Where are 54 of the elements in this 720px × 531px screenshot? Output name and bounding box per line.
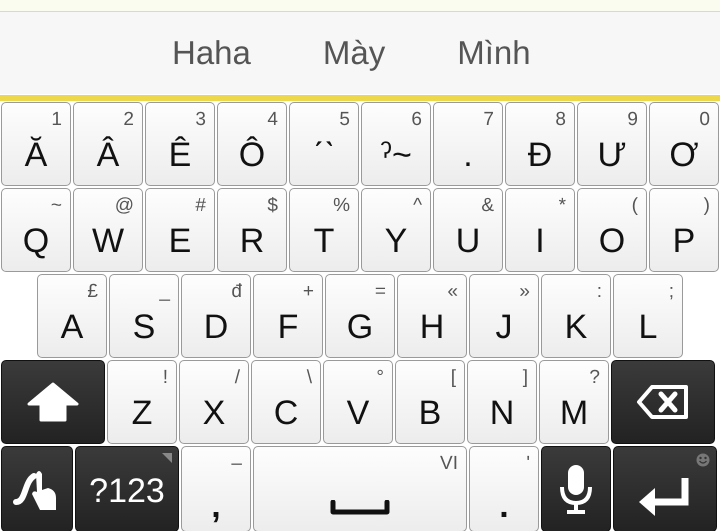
key[interactable]: * I [505,188,575,272]
key[interactable]: 5 ˊˋ [289,102,359,186]
backspace-icon [636,384,690,420]
key[interactable]: % T [289,188,359,272]
key[interactable]: 2 Â [73,102,143,186]
key[interactable]: đ D [181,274,251,358]
backspace-key[interactable] [611,360,715,444]
symbols-key[interactable]: ?123 [75,446,179,531]
smiley-icon [696,453,710,467]
up-arrow-icon [27,382,79,422]
space-bar-icon [330,500,390,516]
key[interactable]: 4 Ô [217,102,287,186]
suggestion[interactable]: Mình [425,34,563,72]
key[interactable]: ! Z [107,360,177,444]
key[interactable]: ) P [649,188,719,272]
key[interactable]: ° V [323,360,393,444]
key[interactable]: @ W [73,188,143,272]
key[interactable]: 6 ˀ~ [361,102,431,186]
key[interactable]: : K [541,274,611,358]
corner-triangle-icon [162,453,172,463]
key[interactable]: + F [253,274,323,358]
enter-key[interactable] [613,446,717,531]
key[interactable]: – , [181,446,251,531]
shift-key[interactable] [1,360,105,444]
key[interactable]: ? M [539,360,609,444]
suggestion[interactable]: Mày [290,34,418,72]
key[interactable]: ; L [613,274,683,358]
key[interactable]: $ R [217,188,287,272]
microphone-icon [558,463,594,515]
key[interactable]: 0 Ơ [649,102,719,186]
key[interactable]: 9 Ư [577,102,647,186]
key[interactable]: # E [145,188,215,272]
key[interactable]: 3 Ê [145,102,215,186]
key[interactable]: ' . [469,446,539,531]
suggestion[interactable]: Haha [140,34,283,72]
key[interactable]: ] N [467,360,537,444]
key[interactable]: 1 Ă [1,102,71,186]
key[interactable]: [ B [395,360,465,444]
key[interactable]: « H [397,274,467,358]
key[interactable]: ^ Y [361,188,431,272]
microphone-key[interactable] [541,446,611,531]
key[interactable]: & U [433,188,503,272]
key[interactable]: _ S [109,274,179,358]
key[interactable]: / X [179,360,249,444]
key[interactable]: 8 Đ [505,102,575,186]
space-key[interactable]: VI [253,446,467,531]
key[interactable]: » J [469,274,539,358]
key[interactable]: ( O [577,188,647,272]
key[interactable]: = G [325,274,395,358]
swype-key[interactable] [1,446,73,531]
key[interactable]: £ A [37,274,107,358]
key[interactable]: ~ Q [1,188,71,272]
key[interactable]: \ C [251,360,321,444]
key[interactable]: 7 . [433,102,503,186]
